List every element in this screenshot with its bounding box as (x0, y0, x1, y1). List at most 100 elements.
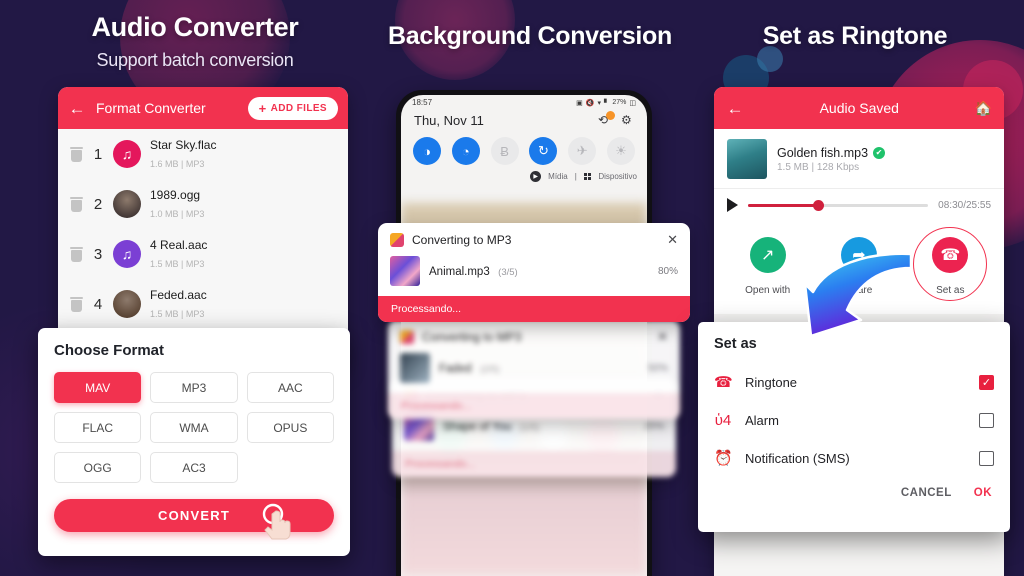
music-note-icon: ♫ (121, 146, 133, 162)
wifi-toggle[interactable]: ◑ (413, 137, 441, 165)
file-meta: Feded.aac 1.5 MB | MP3 (150, 286, 207, 322)
devices-icon (583, 172, 592, 181)
saved-file-meta: 1.5 MB | 128 Kbps (777, 161, 860, 173)
plus-icon: + (258, 100, 267, 116)
battery-icon: ◫ (629, 99, 636, 107)
cancel-button[interactable]: CANCEL (901, 487, 952, 499)
action-icon: ➦ (840, 237, 877, 273)
notification-status: Processando... (378, 296, 690, 322)
notification-status: Processando... (392, 451, 676, 477)
convert-label: CONVERT (158, 508, 230, 523)
add-files-label: ADD FILES (270, 102, 327, 114)
ok-button[interactable]: OK (974, 487, 992, 499)
file-name: 4 Real.aac (150, 238, 208, 252)
appbar-title: Audio Saved (819, 100, 899, 116)
file-meta: 1989.ogg 1.0 MB | MP3 (150, 186, 204, 222)
close-icon[interactable]: ✕ (657, 329, 668, 345)
notification-info: Faded (2/5) (439, 359, 639, 377)
flashlight-toggle[interactable]: ☀ (606, 137, 635, 165)
file-thumbnail (113, 290, 141, 318)
format-option-aac[interactable]: AAC (246, 372, 334, 403)
app-icon (400, 330, 414, 344)
set-as-option[interactable]: ☎ Ringtone ✓ (714, 363, 994, 401)
notification-header: Converting to MP3 ✕ (388, 320, 680, 351)
file-index: 4 (93, 295, 103, 313)
convert-button[interactable]: CONVERT (54, 499, 334, 540)
delete-icon[interactable] (70, 196, 83, 212)
set-as-option[interactable]: ὑ4 Alarm (714, 401, 994, 439)
devices-label[interactable]: Dispositivo (598, 172, 637, 181)
set-as-option[interactable]: ⏰ Notification (SMS) (714, 439, 994, 477)
tap-cursor-icon (262, 503, 291, 540)
home-icon[interactable]: 🏠 (975, 100, 992, 117)
play-icon[interactable] (727, 198, 738, 212)
option-checkbox[interactable] (979, 450, 994, 466)
airplane-mode-toggle[interactable]: ✈ (568, 137, 597, 165)
battery-percent: 27% (612, 99, 627, 106)
back-arrow-icon[interactable]: ← (726, 100, 744, 117)
alarm-bell-icon: ὑ4 (714, 411, 732, 429)
progress-percent: 80% (657, 265, 678, 277)
media-label[interactable]: Mídia (548, 172, 568, 181)
phone-ringtone-icon: ☎ (714, 374, 733, 391)
file-size: 1.5 MB | MP3 (150, 259, 205, 269)
progress-percent: 25% (643, 420, 664, 432)
seek-bar[interactable] (748, 199, 929, 211)
option-checkbox[interactable] (979, 412, 994, 428)
power-icon[interactable]: ⟲ (598, 111, 615, 127)
notification-filename: Faded (439, 363, 472, 375)
action-share[interactable]: ➦ Share (822, 237, 896, 298)
action-open-with[interactable]: ↗ Open with (731, 237, 805, 298)
action-set-as[interactable]: ☎ Set as (913, 227, 988, 301)
back-arrow-icon[interactable]: ← (68, 100, 86, 117)
option-label: Ringtone (745, 374, 798, 390)
notification-count: (1/5) (519, 422, 540, 433)
action-buttons-row: ↗ Open with ➦ Share ☎ Set as (714, 223, 1004, 314)
verified-check-icon: ✔ (873, 146, 886, 159)
format-option-opus[interactable]: OPUS (246, 412, 334, 443)
format-option-mav[interactable]: MAV (54, 372, 142, 403)
audio-player: 08:30/25:55 (714, 188, 1004, 223)
format-option-mp3[interactable]: MP3 (150, 372, 238, 403)
format-converter-appbar: ← Format Converter + ADD FILES (58, 87, 348, 129)
action-icon: ↗ (749, 237, 786, 273)
format-option-ac3[interactable]: AC3 (150, 452, 238, 483)
file-list-item[interactable]: 3 ♫ 4 Real.aac 1.5 MB | MP3 (58, 229, 348, 279)
left-panel-subtitle: Support batch conversion (96, 50, 294, 70)
seek-knob[interactable] (812, 199, 824, 211)
format-option-flac[interactable]: FLAC (54, 412, 142, 443)
notification-card-active[interactable]: Converting to MP3 ✕ Animal.mp3 (3/5) 80%… (378, 223, 690, 322)
media-icon: ▶ (530, 171, 542, 182)
notification-body: Faded (2/5) 50% (388, 351, 680, 393)
file-name: Star Sky.flac (150, 138, 217, 152)
notification-card[interactable]: Converting to MP3 ✕ Faded (2/5) 50% Proc… (388, 320, 680, 419)
notification-filename: Shape of You (443, 421, 512, 433)
delete-icon[interactable] (70, 246, 83, 262)
file-list-item[interactable]: 1 ♫ Star Sky.flac 1.6 MB | MP3 (58, 129, 348, 179)
left-panel-title: Audio Converter (91, 12, 299, 42)
notification-header: Converting to MP3 ✕ (378, 223, 690, 254)
file-index: 1 (93, 145, 103, 163)
file-name: Feded.aac (150, 288, 207, 302)
bluetooth-toggle[interactable]: Ƀ (490, 137, 519, 165)
notification-title: Converting to MP3 (422, 330, 522, 344)
mute-toggle[interactable]: ◔ (451, 137, 480, 165)
gear-icon[interactable]: ⚙ (621, 114, 634, 127)
phone-status-bar: 18:57 ▣ 🔇 ▾ ▘ 27% ◫ (401, 95, 647, 110)
file-list: 1 ♫ Star Sky.flac 1.6 MB | MP3 2 1989.ogg 1.0 … (58, 129, 348, 329)
option-checkbox[interactable]: ✓ (979, 374, 994, 390)
progress-percent: 50% (647, 362, 668, 374)
format-option-wma[interactable]: WMA (150, 412, 238, 443)
close-icon[interactable]: ✕ (667, 232, 678, 248)
format-option-ogg[interactable]: OGG (54, 452, 142, 483)
file-list-item[interactable]: 2 1989.ogg 1.0 MB | MP3 (58, 179, 348, 229)
delete-icon[interactable] (70, 146, 83, 162)
delete-icon[interactable] (70, 296, 83, 312)
auto-rotate-toggle[interactable]: ↻ (529, 137, 558, 165)
notification-filename: Animal.mp3 (429, 266, 490, 278)
file-index: 2 (93, 195, 103, 213)
album-art (390, 256, 420, 286)
quick-settings-header-icons: ⟲ ⚙ (598, 111, 634, 127)
file-list-item[interactable]: 4 Feded.aac 1.5 MB | MP3 (58, 279, 348, 329)
add-files-button[interactable]: + ADD FILES (247, 96, 338, 120)
